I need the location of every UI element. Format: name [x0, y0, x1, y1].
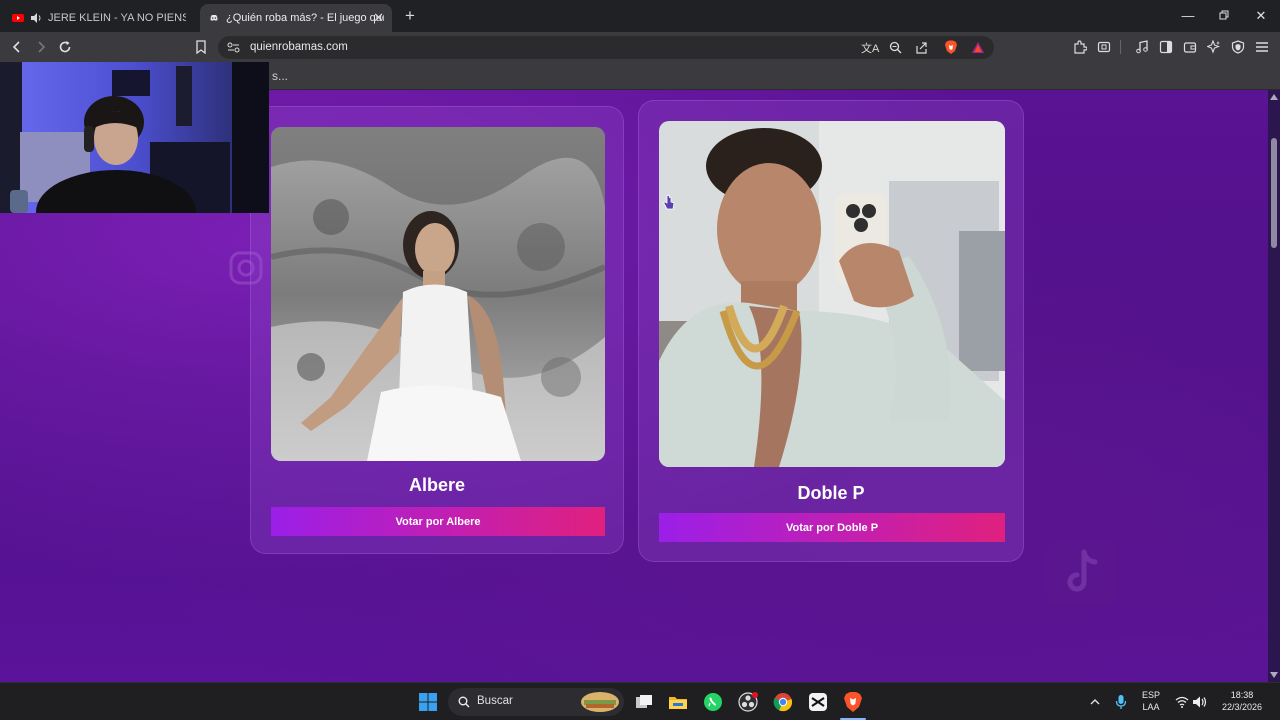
music-icon[interactable]: [1133, 38, 1151, 56]
restore-icon[interactable]: [1214, 6, 1234, 26]
taskbar-search[interactable]: Buscar: [448, 688, 624, 716]
tab-title: ¿Quién roba más? - El juego que: [226, 12, 384, 24]
candidate-card: Albere Votar por Albere: [250, 106, 624, 554]
forward-icon[interactable]: [32, 38, 50, 56]
page-scrollbar[interactable]: [1268, 90, 1280, 682]
volume-icon[interactable]: [1190, 692, 1210, 712]
clock-date: 22/3/2026: [1221, 702, 1263, 712]
bookmark-icon[interactable]: [192, 38, 210, 56]
bookmarks-overflow[interactable]: s...: [272, 69, 288, 83]
wifi-icon[interactable]: [1172, 692, 1192, 712]
site-info-icon[interactable]: [227, 42, 240, 53]
language-code: ESP: [1141, 690, 1160, 700]
wallet-icon[interactable]: [1181, 38, 1199, 56]
back-icon[interactable]: [8, 38, 26, 56]
close-window-icon[interactable]: ✕: [1251, 6, 1271, 26]
zoom-icon[interactable]: [889, 41, 902, 54]
reload-icon[interactable]: [56, 38, 74, 56]
obs-icon[interactable]: [738, 692, 758, 712]
scroll-up-icon[interactable]: [1270, 94, 1278, 100]
keyboard-layout: LAA: [1142, 702, 1160, 712]
candidate-photo: [271, 127, 605, 461]
discord-icon: [208, 12, 220, 24]
hand-cursor-icon: [663, 195, 675, 210]
address-bar[interactable]: quienrobamas.com 文A: [218, 36, 994, 59]
whatsapp-icon[interactable]: [703, 692, 723, 712]
browser-toolbar: quienrobamas.com 文A: [0, 32, 1280, 62]
brave-icon[interactable]: [843, 692, 863, 712]
tab-youtube[interactable]: JERE KLEIN - YA NO PIENSO EN T: [4, 4, 194, 32]
task-view-icon[interactable]: [634, 692, 654, 712]
tiktok-icon: [1046, 540, 1118, 606]
leo-icon[interactable]: [1205, 38, 1223, 56]
search-placeholder: Buscar: [477, 695, 513, 707]
brave-shields-icon[interactable]: [944, 40, 958, 55]
share-icon[interactable]: [915, 41, 928, 54]
file-explorer-icon[interactable]: [668, 692, 688, 712]
candidate-card: Doble P Votar por Doble P: [638, 100, 1024, 562]
url-text: quienrobamas.com: [250, 41, 348, 53]
youtube-icon: [12, 14, 24, 22]
toolbar-divider: [1120, 40, 1121, 54]
language-indicator[interactable]: ESP LAA: [1137, 689, 1165, 713]
scroll-down-icon[interactable]: [1270, 672, 1278, 678]
search-icon: [458, 696, 470, 708]
webcam-overlay: [0, 62, 269, 213]
speaker-icon[interactable]: [30, 12, 42, 24]
capcut-icon[interactable]: [808, 692, 828, 712]
brave-rewards-icon[interactable]: [971, 41, 985, 54]
vpn-icon[interactable]: [1229, 38, 1247, 56]
tray-chevron-icon[interactable]: [1085, 692, 1105, 712]
minimize-icon[interactable]: —: [1178, 6, 1198, 26]
extensions-icon[interactable]: [1071, 38, 1089, 56]
microphone-icon[interactable]: [1111, 692, 1131, 712]
plus-icon[interactable]: +: [400, 6, 420, 26]
close-icon[interactable]: ✕: [373, 10, 384, 26]
search-highlight-icon: [581, 692, 619, 712]
candidate-photo: [659, 121, 1005, 467]
screenshot-icon[interactable]: [1095, 38, 1113, 56]
taskbar: Buscar ESP LAA 18:38 22/3/2026: [0, 682, 1280, 720]
candidate-name: Albere: [408, 475, 466, 495]
chrome-icon[interactable]: [773, 692, 793, 712]
tab-quienrobamas[interactable]: ¿Quién roba más? - El juego que ✕: [200, 4, 392, 32]
tab-title: JERE KLEIN - YA NO PIENSO EN T: [48, 12, 186, 24]
scroll-thumb[interactable]: [1271, 138, 1277, 248]
vote-button-albere[interactable]: Votar por Albere: [271, 507, 605, 536]
candidate-name: Doble P: [797, 483, 865, 503]
clock-time: 18:38: [1230, 690, 1254, 700]
clock[interactable]: 18:38 22/3/2026: [1214, 689, 1270, 713]
windows-start-icon[interactable]: [418, 692, 438, 712]
translate-icon[interactable]: 文A: [861, 40, 879, 56]
vote-button-doble-p[interactable]: Votar por Doble P: [659, 513, 1005, 542]
sidebar-icon[interactable]: [1157, 38, 1175, 56]
tab-strip: JERE KLEIN - YA NO PIENSO EN T ¿Quién ro…: [0, 0, 1280, 32]
menu-icon[interactable]: [1253, 38, 1271, 56]
